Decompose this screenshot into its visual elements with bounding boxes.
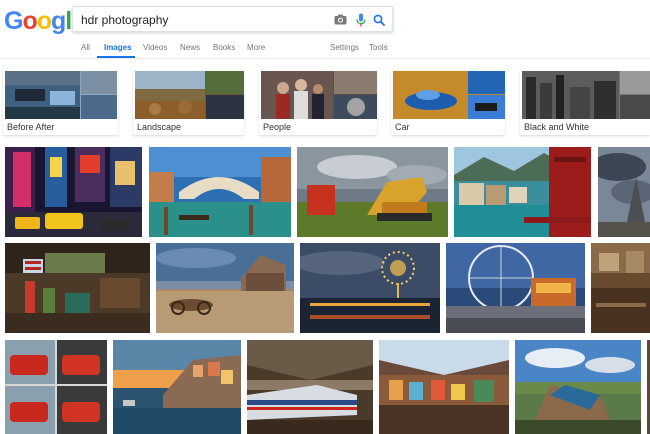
image-thumbnail [5, 340, 107, 434]
tab-news[interactable]: News [180, 43, 200, 52]
image-thumbnail [591, 243, 650, 333]
chip-label: Car [395, 122, 410, 132]
image-thumbnail [247, 340, 373, 434]
camera-icon[interactable] [332, 11, 349, 28]
chip-thumbnail [135, 71, 244, 119]
image-result[interactable] [515, 340, 641, 434]
image-result[interactable] [5, 340, 107, 434]
image-result[interactable] [379, 340, 509, 434]
tab-images[interactable]: Images [104, 43, 132, 52]
image-result[interactable] [156, 243, 294, 333]
image-result[interactable] [454, 147, 591, 237]
image-result[interactable] [598, 147, 650, 237]
image-result[interactable] [113, 340, 241, 434]
tab-all[interactable]: All [81, 43, 90, 52]
image-thumbnail [113, 340, 241, 434]
tab-tools[interactable]: Tools [369, 43, 388, 52]
microphone-icon[interactable] [352, 11, 369, 28]
tab-settings[interactable]: Settings [330, 43, 359, 52]
image-thumbnail [149, 147, 291, 237]
logo-letter: o [36, 7, 52, 35]
image-thumbnail [156, 243, 294, 333]
chip-thumbnail [393, 71, 505, 119]
image-result[interactable] [591, 243, 650, 333]
logo-letter: o [22, 7, 37, 35]
chip-black-and-white[interactable]: Black and White [520, 71, 650, 135]
tab-books[interactable]: Books [213, 43, 235, 52]
image-result[interactable] [300, 243, 440, 333]
image-thumbnail [454, 147, 591, 237]
image-thumbnail [5, 147, 142, 237]
logo-letter: G [4, 7, 23, 35]
chip-thumbnail [261, 71, 377, 119]
search-box [72, 6, 393, 32]
image-thumbnail [598, 147, 650, 237]
image-result[interactable] [149, 147, 291, 237]
search-icon[interactable] [370, 11, 387, 28]
chip-label: Before After [7, 122, 55, 132]
image-result[interactable] [5, 147, 142, 237]
tab-more[interactable]: More [247, 43, 265, 52]
chip-label: Landscape [137, 122, 182, 132]
tab-videos[interactable]: Videos [143, 43, 167, 52]
image-thumbnail [515, 340, 641, 434]
google-images-page: Google All Images Videos News Books More… [0, 0, 650, 434]
image-result[interactable] [247, 340, 373, 434]
image-thumbnail [297, 147, 448, 237]
chip-thumbnail [522, 71, 650, 119]
search-tabs: All Images Videos News Books More Settin… [0, 40, 650, 59]
chip-label: Black and White [524, 122, 590, 132]
image-thumbnail [446, 243, 585, 333]
chip-thumbnail [5, 71, 117, 119]
chip-label: People [263, 122, 292, 132]
logo-letter: g [51, 7, 66, 35]
active-tab-indicator [97, 56, 135, 58]
image-result[interactable] [5, 243, 150, 333]
chip-car[interactable]: Car [391, 71, 505, 135]
image-result[interactable] [297, 147, 448, 237]
search-input[interactable] [81, 11, 321, 28]
chip-landscape[interactable]: Landscape [133, 71, 244, 135]
chip-before-after[interactable]: Before After [3, 71, 118, 135]
chip-people[interactable]: People [259, 71, 377, 135]
image-thumbnail [5, 243, 150, 333]
image-thumbnail [300, 243, 440, 333]
image-thumbnail [379, 340, 509, 434]
image-result[interactable] [446, 243, 585, 333]
